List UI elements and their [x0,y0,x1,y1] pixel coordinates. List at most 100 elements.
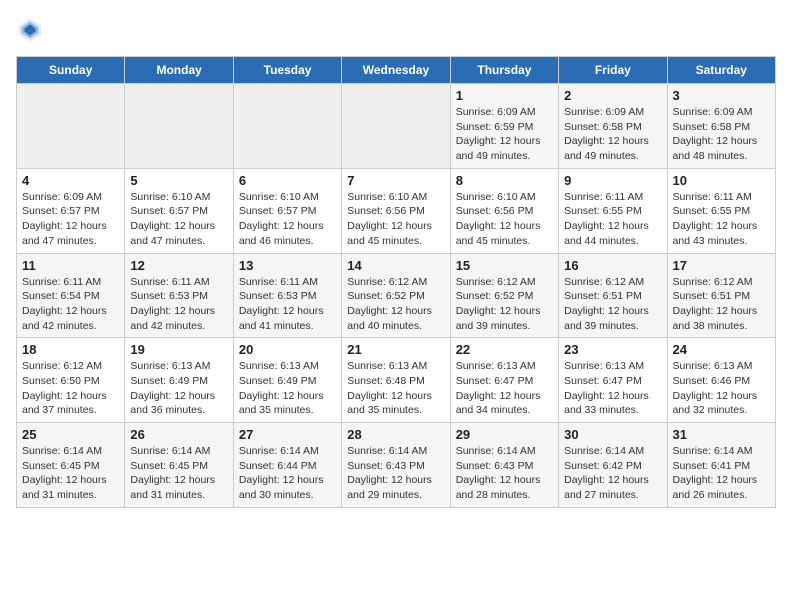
day-number: 3 [673,88,770,103]
calendar-cell: 9 Sunrise: 6:11 AM Sunset: 6:55 PM Daylig… [559,168,667,253]
calendar-cell [233,84,341,169]
day-info: Sunrise: 6:12 AM Sunset: 6:51 PM Dayligh… [564,275,661,334]
day-info: Sunrise: 6:14 AM Sunset: 6:44 PM Dayligh… [239,444,336,503]
day-info: Sunrise: 6:14 AM Sunset: 6:43 PM Dayligh… [456,444,553,503]
day-info: Sunrise: 6:14 AM Sunset: 6:42 PM Dayligh… [564,444,661,503]
calendar-header-saturday: Saturday [667,57,775,84]
day-info: Sunrise: 6:13 AM Sunset: 6:47 PM Dayligh… [456,359,553,418]
calendar-cell: 2 Sunrise: 6:09 AM Sunset: 6:58 PM Daylig… [559,84,667,169]
day-number: 13 [239,258,336,273]
day-info: Sunrise: 6:14 AM Sunset: 6:43 PM Dayligh… [347,444,444,503]
day-number: 6 [239,173,336,188]
calendar-cell: 12Sunrise: 6:11 AM Sunset: 6:53 PM Dayli… [125,253,233,338]
calendar-cell: 23Sunrise: 6:13 AM Sunset: 6:47 PM Dayli… [559,338,667,423]
day-info: Sunrise: 6:10 AM Sunset: 6:56 PM Dayligh… [347,190,444,249]
day-info: Sunrise: 6:10 AM Sunset: 6:56 PM Dayligh… [456,190,553,249]
calendar-cell: 3 Sunrise: 6:09 AM Sunset: 6:58 PM Daylig… [667,84,775,169]
calendar-week-3: 11 Sunrise: 6:11 AM Sunset: 6:54 PM Dayli… [17,253,776,338]
day-number: 29 [456,427,553,442]
calendar-cell: 27 Sunrise: 6:14 AM Sunset: 6:44 PM Dayli… [233,423,341,508]
calendar-header-row: SundayMondayTuesdayWednesdayThursdayFrid… [17,57,776,84]
day-number: 26 [130,427,227,442]
day-info: Sunrise: 6:10 AM Sunset: 6:57 PM Dayligh… [130,190,227,249]
calendar-cell [125,84,233,169]
day-info: Sunrise: 6:09 AM Sunset: 6:58 PM Dayligh… [564,105,661,164]
calendar-header-monday: Monday [125,57,233,84]
day-info: Sunrise: 6:13 AM Sunset: 6:47 PM Dayligh… [564,359,661,418]
day-info: Sunrise: 6:12 AM Sunset: 6:50 PM Dayligh… [22,359,119,418]
day-number: 4 [22,173,119,188]
logo-icon [16,16,44,44]
calendar-cell [342,84,450,169]
calendar-week-1: 1 Sunrise: 6:09 AM Sunset: 6:59 PM Daylig… [17,84,776,169]
day-info: Sunrise: 6:11 AM Sunset: 6:53 PM Dayligh… [239,275,336,334]
calendar-cell: 28 Sunrise: 6:14 AM Sunset: 6:43 PM Dayli… [342,423,450,508]
day-info: Sunrise: 6:11 AM Sunset: 6:54 PM Dayligh… [22,275,119,334]
day-number: 1 [456,88,553,103]
calendar-cell: 25Sunrise: 6:14 AM Sunset: 6:45 PM Dayli… [17,423,125,508]
day-number: 9 [564,173,661,188]
calendar-cell: 22 Sunrise: 6:13 AM Sunset: 6:47 PM Dayli… [450,338,558,423]
day-info: Sunrise: 6:12 AM Sunset: 6:52 PM Dayligh… [456,275,553,334]
day-info: Sunrise: 6:11 AM Sunset: 6:55 PM Dayligh… [673,190,770,249]
day-info: Sunrise: 6:10 AM Sunset: 6:57 PM Dayligh… [239,190,336,249]
day-number: 12 [130,258,227,273]
calendar-cell: 29 Sunrise: 6:14 AM Sunset: 6:43 PM Dayli… [450,423,558,508]
calendar-cell: 26Sunrise: 6:14 AM Sunset: 6:45 PM Dayli… [125,423,233,508]
day-number: 30 [564,427,661,442]
calendar-cell: 10 Sunrise: 6:11 AM Sunset: 6:55 PM Dayli… [667,168,775,253]
day-info: Sunrise: 6:09 AM Sunset: 6:58 PM Dayligh… [673,105,770,164]
logo [16,16,48,44]
calendar-cell: 19Sunrise: 6:13 AM Sunset: 6:49 PM Dayli… [125,338,233,423]
calendar-cell: 14 Sunrise: 6:12 AM Sunset: 6:52 PM Dayli… [342,253,450,338]
day-number: 17 [673,258,770,273]
day-number: 28 [347,427,444,442]
calendar-cell: 30 Sunrise: 6:14 AM Sunset: 6:42 PM Dayli… [559,423,667,508]
day-number: 21 [347,342,444,357]
day-info: Sunrise: 6:13 AM Sunset: 6:46 PM Dayligh… [673,359,770,418]
day-info: Sunrise: 6:13 AM Sunset: 6:48 PM Dayligh… [347,359,444,418]
day-info: Sunrise: 6:12 AM Sunset: 6:51 PM Dayligh… [673,275,770,334]
day-number: 8 [456,173,553,188]
day-info: Sunrise: 6:13 AM Sunset: 6:49 PM Dayligh… [239,359,336,418]
calendar-cell: 8 Sunrise: 6:10 AM Sunset: 6:56 PM Daylig… [450,168,558,253]
day-info: Sunrise: 6:09 AM Sunset: 6:59 PM Dayligh… [456,105,553,164]
calendar-cell: 5Sunrise: 6:10 AM Sunset: 6:57 PM Daylig… [125,168,233,253]
calendar-table: SundayMondayTuesdayWednesdayThursdayFrid… [16,56,776,508]
day-number: 7 [347,173,444,188]
day-number: 22 [456,342,553,357]
calendar-cell: 15 Sunrise: 6:12 AM Sunset: 6:52 PM Dayli… [450,253,558,338]
day-number: 2 [564,88,661,103]
calendar-cell: 4 Sunrise: 6:09 AM Sunset: 6:57 PM Daylig… [17,168,125,253]
day-number: 14 [347,258,444,273]
calendar-cell: 31 Sunrise: 6:14 AM Sunset: 6:41 PM Dayli… [667,423,775,508]
calendar-cell: 20 Sunrise: 6:13 AM Sunset: 6:49 PM Dayli… [233,338,341,423]
day-number: 25 [22,427,119,442]
day-number: 11 [22,258,119,273]
calendar-header-tuesday: Tuesday [233,57,341,84]
day-number: 31 [673,427,770,442]
calendar-cell: 18 Sunrise: 6:12 AM Sunset: 6:50 PM Dayli… [17,338,125,423]
page-header [16,16,776,44]
day-number: 18 [22,342,119,357]
day-number: 20 [239,342,336,357]
calendar-week-5: 25Sunrise: 6:14 AM Sunset: 6:45 PM Dayli… [17,423,776,508]
calendar-header-thursday: Thursday [450,57,558,84]
calendar-cell: 11 Sunrise: 6:11 AM Sunset: 6:54 PM Dayli… [17,253,125,338]
calendar-header-friday: Friday [559,57,667,84]
calendar-cell: 1 Sunrise: 6:09 AM Sunset: 6:59 PM Daylig… [450,84,558,169]
calendar-cell: 24Sunrise: 6:13 AM Sunset: 6:46 PM Dayli… [667,338,775,423]
day-info: Sunrise: 6:12 AM Sunset: 6:52 PM Dayligh… [347,275,444,334]
day-info: Sunrise: 6:09 AM Sunset: 6:57 PM Dayligh… [22,190,119,249]
day-number: 15 [456,258,553,273]
day-number: 27 [239,427,336,442]
calendar-cell: 13 Sunrise: 6:11 AM Sunset: 6:53 PM Dayli… [233,253,341,338]
day-info: Sunrise: 6:11 AM Sunset: 6:55 PM Dayligh… [564,190,661,249]
day-info: Sunrise: 6:14 AM Sunset: 6:41 PM Dayligh… [673,444,770,503]
calendar-week-4: 18 Sunrise: 6:12 AM Sunset: 6:50 PM Dayli… [17,338,776,423]
day-number: 10 [673,173,770,188]
day-info: Sunrise: 6:13 AM Sunset: 6:49 PM Dayligh… [130,359,227,418]
calendar-cell: 16Sunrise: 6:12 AM Sunset: 6:51 PM Dayli… [559,253,667,338]
calendar-week-2: 4 Sunrise: 6:09 AM Sunset: 6:57 PM Daylig… [17,168,776,253]
calendar-cell: 21 Sunrise: 6:13 AM Sunset: 6:48 PM Dayli… [342,338,450,423]
